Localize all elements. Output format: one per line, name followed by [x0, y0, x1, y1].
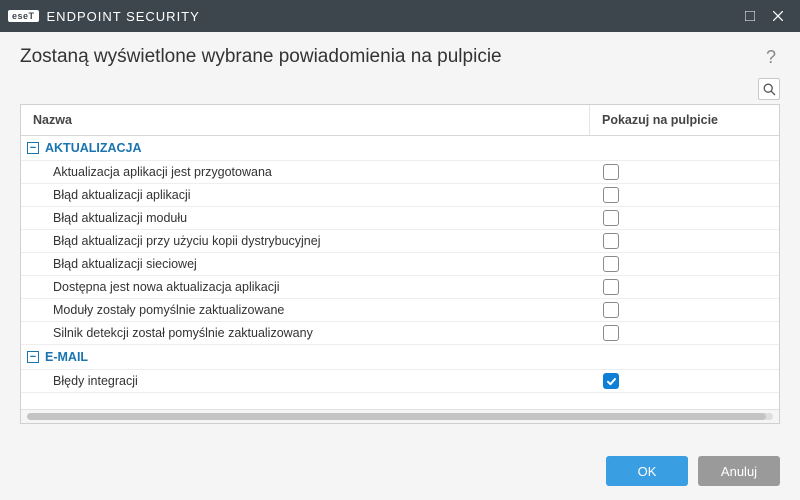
- minimize-icon: [745, 11, 755, 21]
- titlebar: eseT ENDPOINT SECURITY: [0, 0, 800, 32]
- item-label: Błąd aktualizacji sieciowej: [21, 253, 589, 275]
- page-title: Zostaną wyświetlone wybrane powiadomieni…: [20, 46, 762, 68]
- group-row[interactable]: −E-MAIL: [21, 345, 779, 370]
- show-desktop-checkbox[interactable]: [603, 325, 619, 341]
- collapse-icon[interactable]: −: [27, 351, 39, 363]
- search-icon: [763, 83, 776, 96]
- search-button[interactable]: [758, 78, 780, 100]
- table-header: Nazwa Pokazuj na pulpicie: [21, 105, 779, 136]
- show-desktop-checkbox[interactable]: [603, 279, 619, 295]
- dialog-footer: OK Anuluj: [0, 442, 800, 500]
- show-desktop-checkbox[interactable]: [603, 302, 619, 318]
- group-row[interactable]: −AKTUALIZACJA: [21, 136, 779, 161]
- table-row[interactable]: Błędy integracji: [21, 370, 779, 393]
- table-row[interactable]: Silnik detekcji został pomyślnie zaktual…: [21, 322, 779, 345]
- table-row[interactable]: Aktualizacja aplikacji jest przygotowana: [21, 161, 779, 184]
- table-row[interactable]: Błąd aktualizacji przy użyciu kopii dyst…: [21, 230, 779, 253]
- item-label: Błędy integracji: [21, 370, 589, 392]
- group-label: AKTUALIZACJA: [45, 141, 142, 155]
- column-header-name[interactable]: Nazwa: [21, 105, 589, 135]
- collapse-icon[interactable]: −: [27, 142, 39, 154]
- minimize-button[interactable]: [736, 0, 764, 32]
- table-row[interactable]: Błąd aktualizacji modułu: [21, 207, 779, 230]
- show-desktop-checkbox[interactable]: [603, 373, 619, 389]
- item-label: Moduły zostały pomyślnie zaktualizowane: [21, 299, 589, 321]
- item-label: Błąd aktualizacji aplikacji: [21, 184, 589, 206]
- app-title: ENDPOINT SECURITY: [47, 9, 200, 24]
- help-icon[interactable]: ?: [762, 47, 780, 68]
- item-label: Dostępna jest nowa aktualizacja aplikacj…: [21, 276, 589, 298]
- item-label: Silnik detekcji został pomyślnie zaktual…: [21, 322, 589, 344]
- brand-logo: eseT: [8, 10, 39, 22]
- table-row[interactable]: Błąd aktualizacji sieciowej: [21, 253, 779, 276]
- item-label: Aktualizacja aplikacji jest przygotowana: [21, 161, 589, 183]
- show-desktop-checkbox[interactable]: [603, 187, 619, 203]
- group-label: E-MAIL: [45, 350, 88, 364]
- table-row[interactable]: Dostępna jest nowa aktualizacja aplikacj…: [21, 276, 779, 299]
- cancel-button[interactable]: Anuluj: [698, 456, 780, 486]
- table-row[interactable]: Moduły zostały pomyślnie zaktualizowane: [21, 299, 779, 322]
- show-desktop-checkbox[interactable]: [603, 164, 619, 180]
- close-icon: [773, 11, 783, 21]
- table-body[interactable]: −AKTUALIZACJAAktualizacja aplikacji jest…: [21, 136, 779, 409]
- show-desktop-checkbox[interactable]: [603, 233, 619, 249]
- page-header: Zostaną wyświetlone wybrane powiadomieni…: [0, 32, 800, 78]
- table-row[interactable]: Błąd aktualizacji aplikacji: [21, 184, 779, 207]
- show-desktop-checkbox[interactable]: [603, 210, 619, 226]
- item-label: Błąd aktualizacji modułu: [21, 207, 589, 229]
- notifications-panel: Nazwa Pokazuj na pulpicie −AKTUALIZACJAA…: [20, 104, 780, 424]
- ok-button[interactable]: OK: [606, 456, 688, 486]
- show-desktop-checkbox[interactable]: [603, 256, 619, 272]
- column-header-show[interactable]: Pokazuj na pulpicie: [589, 105, 779, 135]
- horizontal-scrollbar[interactable]: [21, 409, 779, 423]
- item-label: Błąd aktualizacji przy użyciu kopii dyst…: [21, 230, 589, 252]
- close-button[interactable]: [764, 0, 792, 32]
